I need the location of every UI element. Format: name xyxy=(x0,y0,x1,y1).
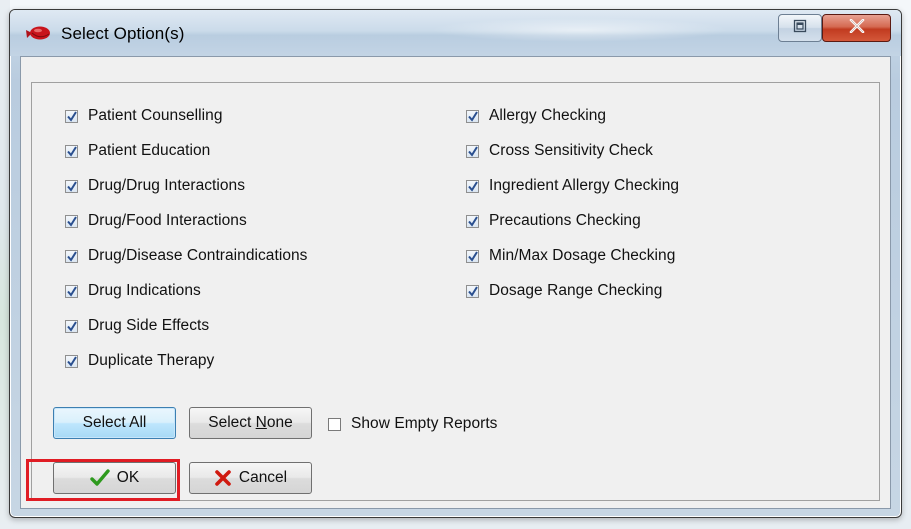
option-patient-education[interactable]: Patient Education xyxy=(65,140,210,162)
checkmark-icon xyxy=(90,469,110,487)
checkbox[interactable] xyxy=(65,109,78,123)
pill-icon xyxy=(24,24,52,42)
select-all-label: Select All xyxy=(82,414,147,431)
option-precautions-checking[interactable]: Precautions Checking xyxy=(466,210,641,232)
option-label: Drug Side Effects xyxy=(88,317,210,334)
show-empty-reports-checkbox[interactable] xyxy=(328,417,341,431)
show-empty-reports-label: Show Empty Reports xyxy=(351,415,498,432)
restore-button[interactable] xyxy=(778,14,822,42)
option-drug-side-effects[interactable]: Drug Side Effects xyxy=(65,315,209,337)
option-drug-disease-contraindications[interactable]: Drug/Disease Contraindications xyxy=(65,245,307,267)
option-duplicate-therapy[interactable]: Duplicate Therapy xyxy=(65,350,214,372)
checkbox[interactable] xyxy=(65,354,78,368)
option-label: Ingredient Allergy Checking xyxy=(489,177,680,194)
screen: Select Option(s) Patient Counselling Pat… xyxy=(0,0,911,529)
option-allergy-checking[interactable]: Allergy Checking xyxy=(466,105,606,127)
option-label: Drug/Food Interactions xyxy=(88,212,247,229)
option-drug-drug-interactions[interactable]: Drug/Drug Interactions xyxy=(65,175,245,197)
title-bar[interactable]: Select Option(s) xyxy=(10,10,901,56)
option-label: Drug/Drug Interactions xyxy=(88,177,246,194)
restore-icon xyxy=(793,19,807,38)
option-label: Precautions Checking xyxy=(489,212,641,229)
checkbox[interactable] xyxy=(466,144,479,158)
checkbox[interactable] xyxy=(65,144,78,158)
option-dosage-range-checking[interactable]: Dosage Range Checking xyxy=(466,280,662,302)
option-label: Patient Counselling xyxy=(88,107,223,124)
checkbox[interactable] xyxy=(466,284,479,298)
option-label: Patient Education xyxy=(88,142,211,159)
checkbox[interactable] xyxy=(65,249,78,263)
select-none-button[interactable]: Select None xyxy=(189,407,312,439)
cancel-button[interactable]: Cancel xyxy=(189,462,312,494)
close-icon xyxy=(849,18,865,38)
option-label: Min/Max Dosage Checking xyxy=(489,247,676,264)
option-label: Allergy Checking xyxy=(489,107,607,124)
checkbox[interactable] xyxy=(466,249,479,263)
x-icon xyxy=(214,469,232,487)
select-all-button[interactable]: Select All xyxy=(53,407,176,439)
option-drug-food-interactions[interactable]: Drug/Food Interactions xyxy=(65,210,247,232)
option-label: Cross Sensitivity Check xyxy=(489,142,653,159)
option-min-max-dosage-checking[interactable]: Min/Max Dosage Checking xyxy=(466,245,675,267)
option-label: Drug Indications xyxy=(88,282,201,299)
option-label: Drug/Disease Contraindications xyxy=(88,247,308,264)
option-cross-sensitivity-check[interactable]: Cross Sensitivity Check xyxy=(466,140,653,162)
ok-label: OK xyxy=(116,469,140,486)
checkbox[interactable] xyxy=(65,214,78,228)
checkbox[interactable] xyxy=(65,319,78,333)
option-ingredient-allergy-checking[interactable]: Ingredient Allergy Checking xyxy=(466,175,679,197)
cancel-label: Cancel xyxy=(238,469,288,486)
checkbox[interactable] xyxy=(466,214,479,228)
select-none-label: Select None xyxy=(208,414,293,431)
ok-button[interactable]: OK xyxy=(53,462,176,494)
select-options-dialog: Select Option(s) Patient Counselling Pat… xyxy=(9,9,902,518)
checkbox[interactable] xyxy=(65,179,78,193)
dialog-title: Select Option(s) xyxy=(61,24,185,43)
checkbox[interactable] xyxy=(466,109,479,123)
checkbox[interactable] xyxy=(65,284,78,298)
option-drug-indications[interactable]: Drug Indications xyxy=(65,280,201,302)
option-label: Dosage Range Checking xyxy=(489,282,663,299)
option-label: Duplicate Therapy xyxy=(88,352,215,369)
option-patient-counselling[interactable]: Patient Counselling xyxy=(65,105,223,127)
checkbox[interactable] xyxy=(466,179,479,193)
close-button[interactable] xyxy=(822,14,891,42)
show-empty-reports-option[interactable]: Show Empty Reports xyxy=(328,413,498,435)
dialog-client-area: Patient Counselling Patient Education Dr… xyxy=(20,56,891,509)
